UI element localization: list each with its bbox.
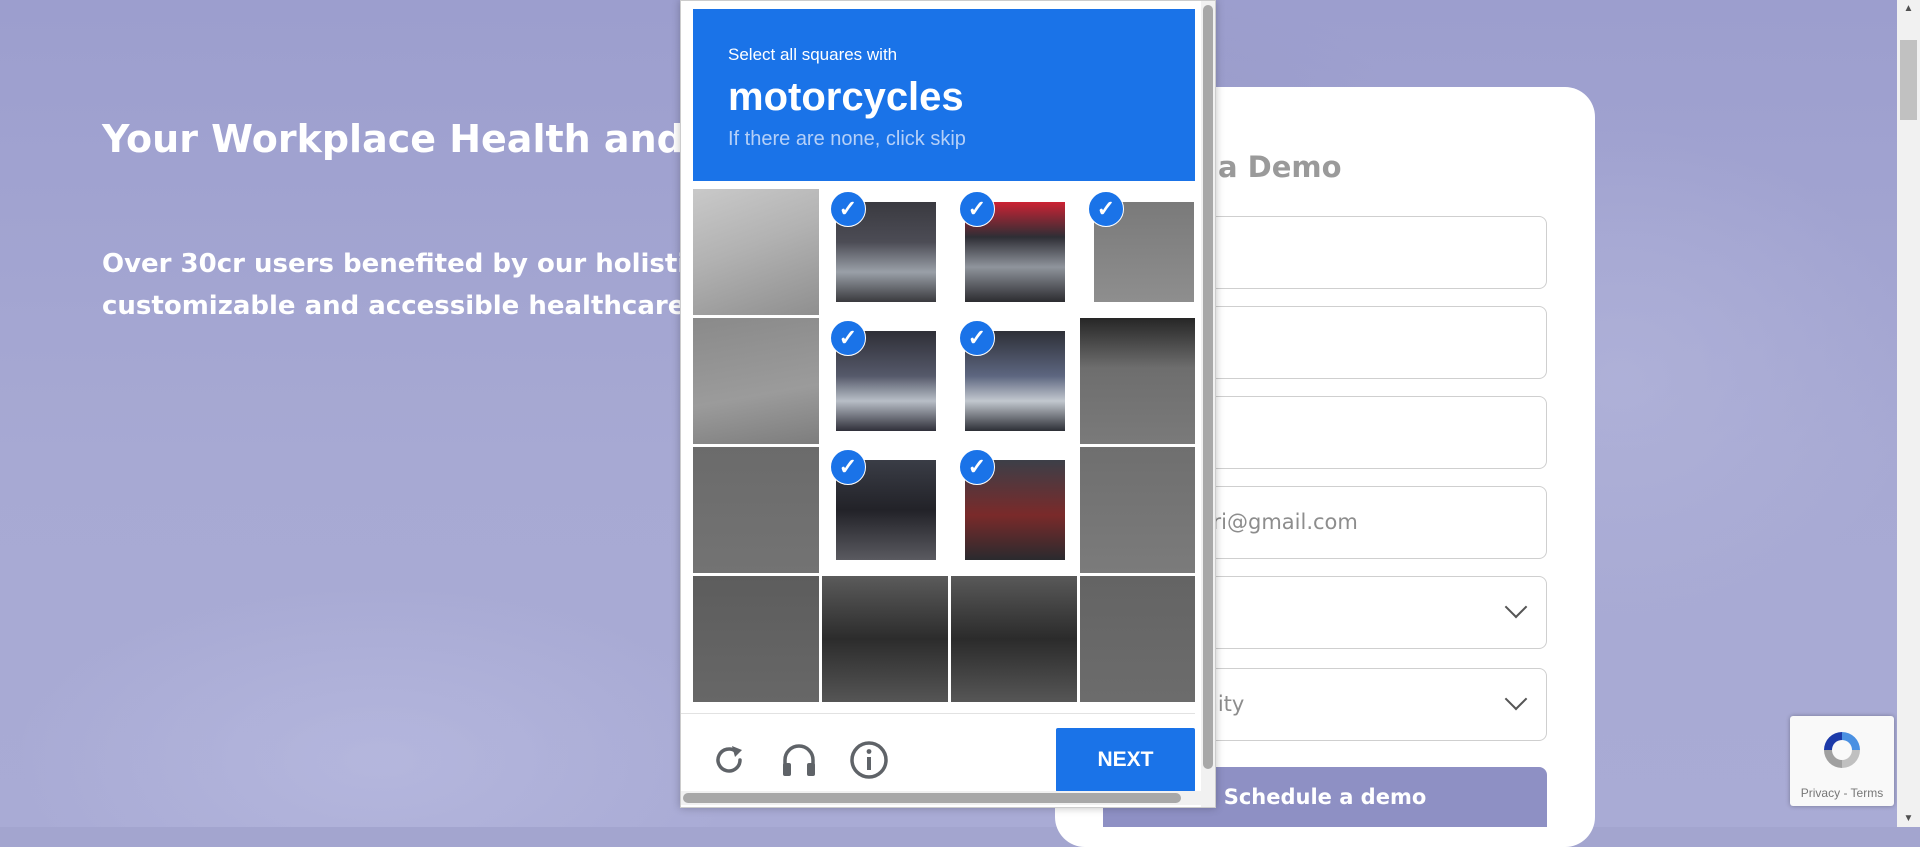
tile-image <box>1080 576 1195 702</box>
captcha-tile[interactable] <box>693 447 819 573</box>
checkmark-icon: ✓ <box>830 449 866 485</box>
headphones-icon[interactable] <box>777 738 821 782</box>
chevron-down-icon <box>1504 687 1528 711</box>
recaptcha-logo-icon <box>1824 732 1860 768</box>
captcha-tile[interactable] <box>1080 318 1195 444</box>
checkmark-icon: ✓ <box>1088 191 1124 227</box>
captcha-hint: If there are none, click skip <box>728 128 966 150</box>
captcha-tile[interactable]: ✓ <box>822 189 948 315</box>
tile-image <box>693 189 819 315</box>
captcha-tile[interactable]: ✓ <box>822 447 948 573</box>
tile-image <box>693 576 819 702</box>
captcha-tile[interactable] <box>693 318 819 444</box>
checkmark-icon: ✓ <box>959 449 995 485</box>
captcha-tile[interactable] <box>1080 576 1195 702</box>
captcha-tile[interactable]: ✓ <box>1080 189 1195 315</box>
tile-image <box>822 576 948 702</box>
scroll-down-icon[interactable]: ▼ <box>1897 810 1920 827</box>
captcha-horizontal-scrollbar[interactable] <box>681 791 1201 805</box>
scrollbar-thumb[interactable] <box>1203 5 1213 769</box>
captcha-tile[interactable] <box>822 576 948 702</box>
reload-icon[interactable] <box>707 738 751 782</box>
scrollbar-thumb[interactable] <box>1900 40 1917 120</box>
scroll-up-icon[interactable]: ▲ <box>1897 0 1920 17</box>
captcha-tile[interactable]: ✓ <box>951 189 1077 315</box>
captcha-tile[interactable]: ✓ <box>822 318 948 444</box>
checkmark-icon: ✓ <box>959 191 995 227</box>
checkmark-icon: ✓ <box>959 320 995 356</box>
captcha-tile[interactable] <box>951 576 1077 702</box>
tile-image <box>951 576 1077 702</box>
recaptcha-badge[interactable]: Privacy - Terms <box>1790 716 1894 806</box>
tile-image <box>1080 318 1195 444</box>
captcha-instruction: Select all squares with <box>728 45 898 64</box>
captcha-header: Select all squares with motorcycles If t… <box>693 9 1195 181</box>
captcha-target: motorcycles <box>728 75 964 119</box>
tile-image <box>693 447 819 573</box>
captcha-tile[interactable] <box>693 189 819 315</box>
info-icon[interactable] <box>847 738 891 782</box>
captcha-tile[interactable] <box>693 576 819 702</box>
scrollbar-thumb[interactable] <box>683 793 1181 803</box>
chevron-down-icon <box>1504 595 1528 619</box>
tile-image <box>693 318 819 444</box>
captcha-tile[interactable]: ✓ <box>951 447 1077 573</box>
captcha-challenge: Select all squares with motorcycles If t… <box>680 0 1216 808</box>
captcha-grid: ✓ ✓ ✓ ✓ ✓ ✓ ✓ <box>693 189 1195 703</box>
captcha-tile[interactable]: ✓ <box>951 318 1077 444</box>
captcha-tile[interactable] <box>1080 447 1195 573</box>
checkmark-icon: ✓ <box>830 191 866 227</box>
tile-image <box>1080 447 1195 573</box>
page-scrollbar[interactable]: ▲ ▼ <box>1897 0 1920 827</box>
next-button[interactable]: NEXT <box>1056 728 1195 792</box>
captcha-vertical-scrollbar[interactable] <box>1201 1 1215 807</box>
checkmark-icon: ✓ <box>830 320 866 356</box>
recaptcha-links[interactable]: Privacy - Terms <box>1790 786 1894 800</box>
